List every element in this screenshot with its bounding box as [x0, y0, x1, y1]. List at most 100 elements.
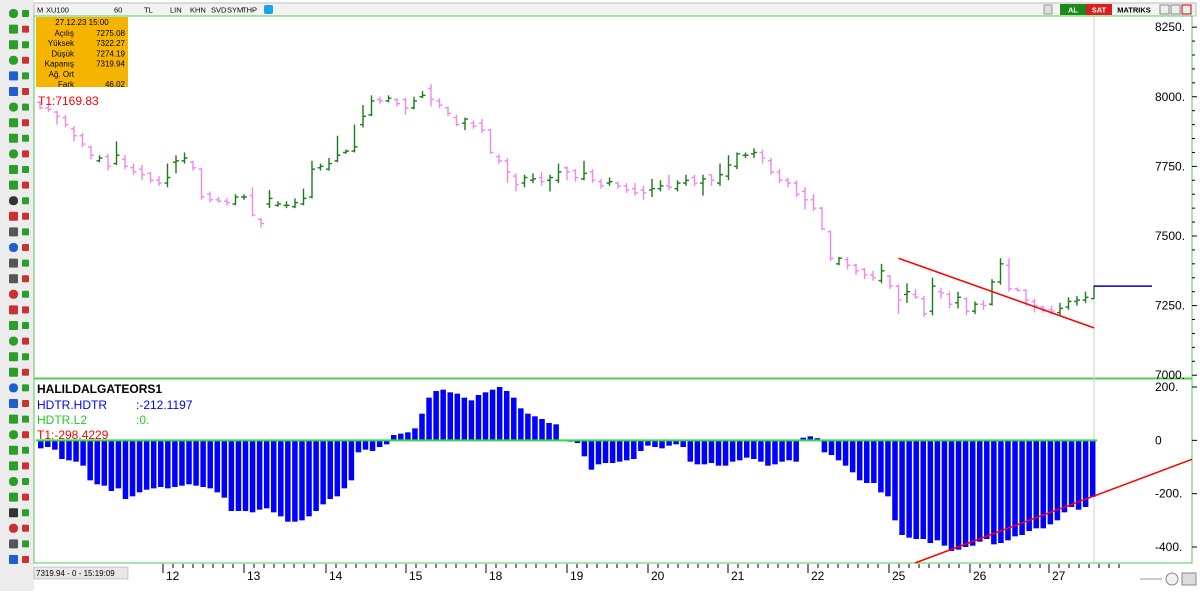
- histogram-bar: [715, 440, 722, 466]
- toolbar-tool-icon[interactable]: [22, 493, 29, 501]
- top-bar: [33, 2, 1197, 17]
- toolbar-tool-icon[interactable]: [9, 180, 18, 190]
- toolbar-tool-icon[interactable]: [22, 10, 29, 17]
- toolbar-tool-icon[interactable]: [9, 399, 18, 408]
- topbar-item[interactable]: THP: [242, 6, 257, 15]
- toolbar-tool-icon[interactable]: [9, 321, 18, 330]
- settings-icon[interactable]: [1043, 4, 1053, 15]
- histogram-bar: [419, 413, 425, 441]
- toolbar-tool-icon[interactable]: [9, 508, 18, 518]
- toolbar-tool-icon[interactable]: [22, 119, 29, 127]
- topbar-tab[interactable]: MATRIKS: [1117, 6, 1151, 15]
- toolbar-tool-icon[interactable]: [22, 478, 29, 485]
- toolbar-tool-icon[interactable]: [22, 134, 29, 142]
- toolbar-tool-icon[interactable]: [22, 88, 29, 95]
- toolbar-tool-icon[interactable]: [9, 24, 18, 34]
- toolbar-tool-icon[interactable]: [22, 431, 29, 439]
- toolbar-tool-icon[interactable]: [22, 228, 29, 236]
- minimize-icon[interactable]: [1159, 4, 1170, 15]
- toolbar-tool-icon[interactable]: [9, 165, 18, 174]
- toolbar-tool-icon[interactable]: [9, 445, 18, 455]
- toolbar-tool-icon[interactable]: [9, 367, 18, 377]
- toolbar-tool-icon[interactable]: [22, 197, 29, 205]
- toolbar-tool-icon[interactable]: [9, 539, 18, 549]
- toolbar-tool-icon[interactable]: [9, 492, 18, 502]
- toolbar-tool-icon[interactable]: [22, 25, 29, 33]
- toolbar-tool-icon[interactable]: [9, 118, 18, 128]
- toolbar-tool-icon[interactable]: [22, 368, 29, 376]
- histogram-bar: [885, 440, 891, 497]
- topbar-item[interactable]: TL: [144, 6, 153, 15]
- topbar-tab[interactable]: AL: [1068, 6, 1078, 15]
- toolbar-tool-icon[interactable]: [9, 133, 18, 143]
- toolbar-tool-icon[interactable]: [9, 336, 18, 346]
- toolbar-tool-icon[interactable]: [9, 227, 18, 237]
- toolbar-tool-icon[interactable]: [9, 555, 18, 564]
- histogram-bar: [179, 440, 185, 486]
- toolbar-tool-icon[interactable]: [22, 322, 29, 329]
- toolbar-tool-icon[interactable]: [22, 181, 29, 189]
- toolbar-tool-icon[interactable]: [22, 166, 29, 173]
- toolbar-tool-icon[interactable]: [9, 71, 18, 81]
- topbar-item[interactable]: SYM: [227, 6, 243, 15]
- toolbar-tool-icon[interactable]: [22, 415, 29, 423]
- toolbar-tool-icon[interactable]: [22, 56, 29, 64]
- toolbar-tool-icon[interactable]: [22, 306, 29, 314]
- toolbar-tool-icon[interactable]: [22, 540, 29, 548]
- topbar-item[interactable]: KHN: [190, 6, 206, 15]
- toolbar-tool-icon[interactable]: [22, 150, 29, 158]
- toolbar-tool-icon[interactable]: [9, 102, 18, 112]
- toolbar-tool-icon[interactable]: [9, 196, 18, 206]
- toolbar-tool-icon[interactable]: [9, 9, 18, 18]
- twitter-icon[interactable]: [264, 5, 273, 14]
- topbar-tab[interactable]: SAT: [1092, 6, 1107, 15]
- toolbar-tool-icon[interactable]: [22, 384, 29, 392]
- scroll-icon[interactable]: [1165, 572, 1179, 586]
- toolbar-tool-icon[interactable]: [9, 274, 18, 284]
- toolbar-tool-icon[interactable]: [22, 259, 29, 267]
- zoom-icon[interactable]: [1181, 572, 1197, 586]
- toolbar-tool-icon[interactable]: [9, 523, 18, 533]
- toolbar-tool-icon[interactable]: [22, 524, 29, 532]
- toolbar-tool-icon[interactable]: [22, 353, 29, 361]
- toolbar-tool-icon[interactable]: [22, 212, 29, 220]
- toolbar-tool-icon[interactable]: [22, 400, 29, 407]
- histogram-bar: [334, 440, 341, 497]
- close-icon[interactable]: [1181, 4, 1192, 15]
- toolbar-tool-icon[interactable]: [9, 149, 18, 159]
- chart-svg: M XU100 60 TL LIN KHN SVD SYMTHP AL SAT MATRIKS 8…: [0, 0, 1197, 591]
- toolbar-tool-icon[interactable]: [9, 305, 18, 315]
- toolbar-tool-icon[interactable]: [9, 40, 18, 50]
- toolbar-tool-icon[interactable]: [9, 55, 18, 65]
- topbar-item[interactable]: LIN: [170, 6, 182, 15]
- topbar-item[interactable]: SVD: [211, 6, 227, 15]
- toolbar-tool-icon[interactable]: [9, 87, 18, 96]
- toolbar-tool-icon[interactable]: [9, 477, 18, 486]
- toolbar-tool-icon[interactable]: [22, 103, 29, 111]
- toolbar-tool-icon[interactable]: [22, 244, 29, 251]
- topbar-item[interactable]: XU100: [46, 6, 69, 15]
- toolbar-tool-icon[interactable]: [9, 383, 18, 393]
- toolbar-tool-icon[interactable]: [22, 290, 29, 298]
- histogram-bar: [744, 440, 750, 458]
- toolbar-tool-icon[interactable]: [9, 258, 18, 268]
- topbar-item[interactable]: 60: [114, 6, 122, 15]
- toolbar-tool-icon[interactable]: [9, 414, 18, 424]
- toolbar-tool-icon[interactable]: [9, 243, 18, 252]
- maximize-icon[interactable]: [1170, 4, 1181, 15]
- toolbar-tool-icon[interactable]: [22, 556, 29, 563]
- toolbar-tool-icon[interactable]: [22, 72, 29, 80]
- toolbar-tool-icon[interactable]: [22, 41, 29, 49]
- toolbar-tool-icon[interactable]: [22, 446, 29, 454]
- toolbar-tool-icon[interactable]: [22, 462, 29, 470]
- toolbar-tool-icon[interactable]: [9, 289, 18, 299]
- toolbar-tool-icon[interactable]: [9, 211, 18, 221]
- toolbar-tool-icon[interactable]: [22, 275, 29, 283]
- topbar-item[interactable]: M: [37, 6, 43, 15]
- histogram-bar: [1082, 440, 1089, 507]
- toolbar-tool-icon[interactable]: [9, 352, 18, 362]
- toolbar-tool-icon[interactable]: [9, 461, 18, 471]
- toolbar-tool-icon[interactable]: [22, 337, 29, 345]
- toolbar-tool-icon[interactable]: [9, 430, 18, 440]
- toolbar-tool-icon[interactable]: [22, 509, 29, 517]
